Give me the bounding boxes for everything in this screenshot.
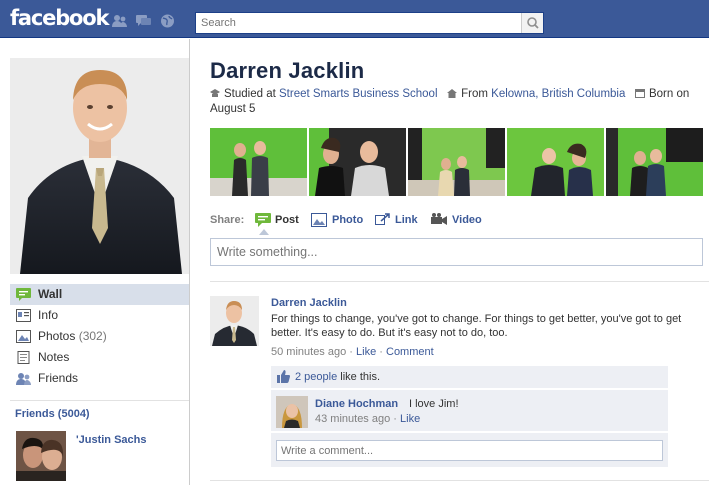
divider <box>210 480 709 481</box>
share-video[interactable]: Video <box>452 214 482 226</box>
comment: Diane Hochman I love Jim! 43 minutes ago… <box>271 390 668 431</box>
wall-icon <box>16 288 31 301</box>
story-author-avatar[interactable] <box>210 296 259 346</box>
photo-thumbnail[interactable] <box>210 128 307 196</box>
studied-label: Studied at <box>224 88 276 100</box>
add-comment <box>271 433 668 467</box>
comment-field <box>276 440 663 461</box>
comment-input[interactable] <box>277 441 662 460</box>
friends-count: (5004) <box>57 408 90 420</box>
education-icon <box>210 89 220 97</box>
separator: · <box>349 346 353 358</box>
photos-count: (302) <box>78 329 107 343</box>
nav-label: Wall <box>38 287 63 301</box>
notifications-globe-icon[interactable] <box>160 14 175 28</box>
born-date: August 5 <box>210 103 256 115</box>
post-icon <box>255 213 271 227</box>
share-photo[interactable]: Photo <box>332 214 363 226</box>
friend-name[interactable]: 'Justin Sachs <box>76 434 146 446</box>
comment-like-link[interactable]: Like <box>400 413 420 425</box>
nav-label: Info <box>38 308 59 322</box>
share-post[interactable]: Post <box>275 214 299 226</box>
divider <box>10 400 189 401</box>
story-text: For things to change, you've got to chan… <box>271 313 682 339</box>
nav-photos[interactable]: Photos (302) <box>10 326 189 347</box>
nav-info[interactable]: Info <box>10 305 189 326</box>
separator: · <box>393 413 397 425</box>
nav-friends[interactable]: Friends <box>10 368 189 389</box>
home-icon <box>447 89 458 98</box>
top-bar: facebook <box>0 0 709 38</box>
like-link[interactable]: Like <box>356 346 376 358</box>
nav-notes[interactable]: Notes <box>10 347 189 368</box>
info-icon <box>16 309 31 322</box>
nav-label: Photos <box>38 329 76 343</box>
friend-avatar[interactable] <box>16 431 66 481</box>
story-author[interactable]: Darren Jacklin <box>271 297 347 309</box>
nav-wall[interactable]: Wall <box>10 284 189 305</box>
photo-icon <box>311 213 327 227</box>
friends-heading[interactable]: Friends (5004) <box>15 408 90 420</box>
link-icon <box>375 213 390 225</box>
friends-heading-label: Friends <box>15 408 55 420</box>
search-icon <box>527 17 539 29</box>
profile-info: Studied at Street Smarts Business School… <box>210 87 705 117</box>
likes-people-link[interactable]: 2 people <box>295 371 337 383</box>
separator: · <box>379 346 383 358</box>
thumbs-up-icon <box>277 370 290 383</box>
photo-thumbnail[interactable] <box>408 128 505 196</box>
photo-thumbnail[interactable] <box>309 128 406 196</box>
nav-label: Friends <box>38 371 79 385</box>
messages-icon[interactable] <box>136 14 151 28</box>
comment-meta: 43 minutes ago · Like <box>315 413 420 425</box>
nav-label: Notes <box>38 350 70 364</box>
status-composer <box>210 238 703 266</box>
commenter-avatar[interactable] <box>276 396 308 428</box>
share-caret <box>259 229 269 235</box>
share-link[interactable]: Link <box>395 214 418 226</box>
from-label: From <box>461 88 488 100</box>
hometown-link[interactable]: Kelowna, British Columbia <box>491 88 625 100</box>
likes-summary: 2 people like this. <box>271 366 668 388</box>
share-label: Share: <box>210 214 245 226</box>
divider <box>210 281 709 282</box>
comment-text: I love Jim! <box>409 398 459 410</box>
notes-icon <box>17 351 30 364</box>
left-column: Wall Info Photos (302) Notes Friends Fri… <box>0 39 190 485</box>
comment-author[interactable]: Diane Hochman <box>315 398 398 410</box>
likes-text: 2 people like this. <box>295 371 380 383</box>
story-meta: 50 minutes ago · Like · Comment <box>271 346 434 358</box>
born-label: Born on <box>648 88 690 100</box>
profile-picture[interactable] <box>10 58 189 274</box>
friend-requests-icon[interactable] <box>112 14 127 28</box>
photo-thumbnail[interactable] <box>507 128 604 196</box>
facebook-logo[interactable]: facebook <box>10 6 109 30</box>
search-input[interactable] <box>196 13 516 33</box>
profile-name: Darren Jacklin <box>210 58 365 83</box>
story-timestamp[interactable]: 50 minutes ago <box>271 346 346 358</box>
photos-icon <box>16 330 31 343</box>
friends-icon <box>16 373 31 385</box>
school-link[interactable]: Street Smarts Business School <box>279 88 438 100</box>
search-button[interactable] <box>521 13 543 33</box>
video-icon <box>431 213 447 225</box>
comment-link[interactable]: Comment <box>386 346 434 358</box>
status-input[interactable] <box>211 239 702 265</box>
calendar-icon <box>634 89 645 98</box>
search-box <box>195 12 544 34</box>
photo-thumbnail[interactable] <box>606 128 703 196</box>
likes-suffix: like this. <box>340 371 381 383</box>
comment-timestamp[interactable]: 43 minutes ago <box>315 413 390 425</box>
